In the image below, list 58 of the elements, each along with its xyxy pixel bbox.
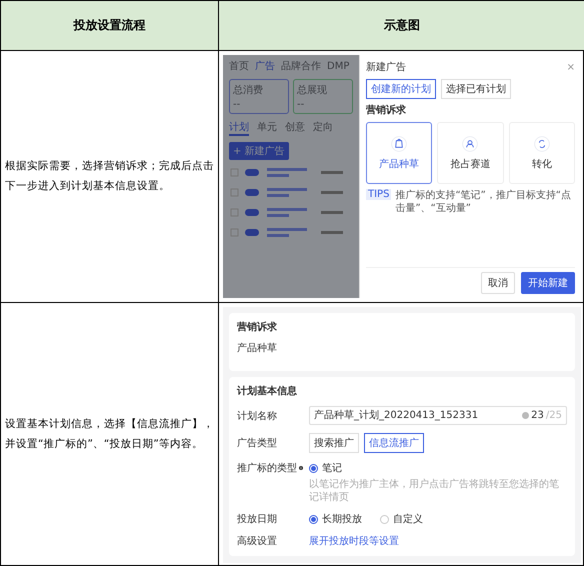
- new-ad-button[interactable]: + 新建广告: [229, 142, 289, 160]
- step-description: 根据实际需要，选择营销诉求；完成后点击下一步进入到计划基本信息设置。: [5, 158, 214, 194]
- goal-title: 抢占赛道: [450, 158, 490, 170]
- radio-button[interactable]: [309, 514, 318, 524]
- expand-settings-link[interactable]: 展开投放时段等设置: [309, 534, 399, 548]
- stat-label: 总展现: [297, 84, 328, 97]
- column-header: 示意图: [219, 1, 584, 51]
- plan-name-field[interactable]: 产品种草_计划_20220413_152331 23 /25: [309, 406, 567, 425]
- goal-title: 转化: [532, 158, 552, 170]
- nav-item[interactable]: DMP: [327, 60, 350, 72]
- stat-label: 总消费: [233, 84, 264, 97]
- hint-text: 以笔记作为推广主体，用户点击广告将跳转至您选择的笔记详情页: [309, 478, 560, 504]
- person-icon: [462, 136, 478, 152]
- tab[interactable]: 创意: [285, 120, 305, 136]
- tab[interactable]: 定向: [313, 120, 333, 136]
- step-description: 设置基本计划信息，选择【信息流推广】，并设置“推广标的”、“投放日期”等内容。: [5, 417, 214, 452]
- nav-item[interactable]: 首页: [229, 59, 249, 73]
- char-count: 23: [531, 409, 544, 422]
- column-header: 投放设置流程: [1, 1, 219, 51]
- radio-option[interactable]: 自定义: [380, 512, 423, 526]
- goal-value: 产品种草: [237, 342, 278, 355]
- refresh-icon: [534, 136, 550, 152]
- tab[interactable]: 单元: [257, 120, 277, 136]
- radio-option[interactable]: 笔记: [309, 461, 342, 475]
- field-label: 高级设置: [237, 534, 278, 548]
- field-label: 推广标的类型: [237, 462, 297, 475]
- stat-value: --: [233, 99, 242, 110]
- mode-tab[interactable]: 选择已有计划: [441, 79, 511, 99]
- goal-card[interactable]: 产品种草: [366, 122, 432, 184]
- info-icon: [299, 464, 303, 472]
- mode-tab[interactable]: 创建新的计划: [366, 79, 436, 99]
- clear-icon: [522, 412, 530, 419]
- nav-item[interactable]: 品牌合作: [281, 59, 321, 73]
- goal-title: 产品种草: [379, 158, 420, 170]
- close-button[interactable]: ×: [566, 61, 575, 74]
- ad-type-option[interactable]: 搜索推广: [309, 433, 359, 453]
- plan-name-value: 产品种草_计划_20220413_152331: [314, 409, 478, 422]
- tips-badge: TIPS: [366, 189, 392, 200]
- char-limit: /25: [546, 409, 562, 422]
- start-button[interactable]: 开始新建: [521, 272, 575, 294]
- nav-item[interactable]: 广告: [255, 59, 275, 73]
- field-label: 计划名称: [237, 410, 278, 422]
- goal-card[interactable]: 转化: [508, 122, 575, 184]
- modal-title: 新建广告: [366, 61, 406, 74]
- field-label: 广告类型: [237, 436, 278, 450]
- card-title: 计划基本信息: [237, 385, 298, 398]
- cancel-button[interactable]: 取消: [481, 272, 515, 294]
- radio-option[interactable]: 长期投放: [309, 512, 362, 526]
- tab[interactable]: 计划: [229, 120, 249, 136]
- stat-value: --: [297, 99, 306, 110]
- radio-button[interactable]: [309, 464, 318, 472]
- ad-type-option[interactable]: 信息流推广: [364, 433, 424, 453]
- section-heading: 营销诉求: [366, 104, 407, 117]
- card-title: 营销诉求: [237, 321, 278, 334]
- tips-text: 推广标的支持“笔记”，推广目标支持“点击量”、“互动量”: [395, 189, 572, 215]
- bag-icon: [391, 136, 408, 152]
- goal-card[interactable]: 抢占赛道: [437, 122, 504, 184]
- field-label: 投放日期: [237, 512, 278, 526]
